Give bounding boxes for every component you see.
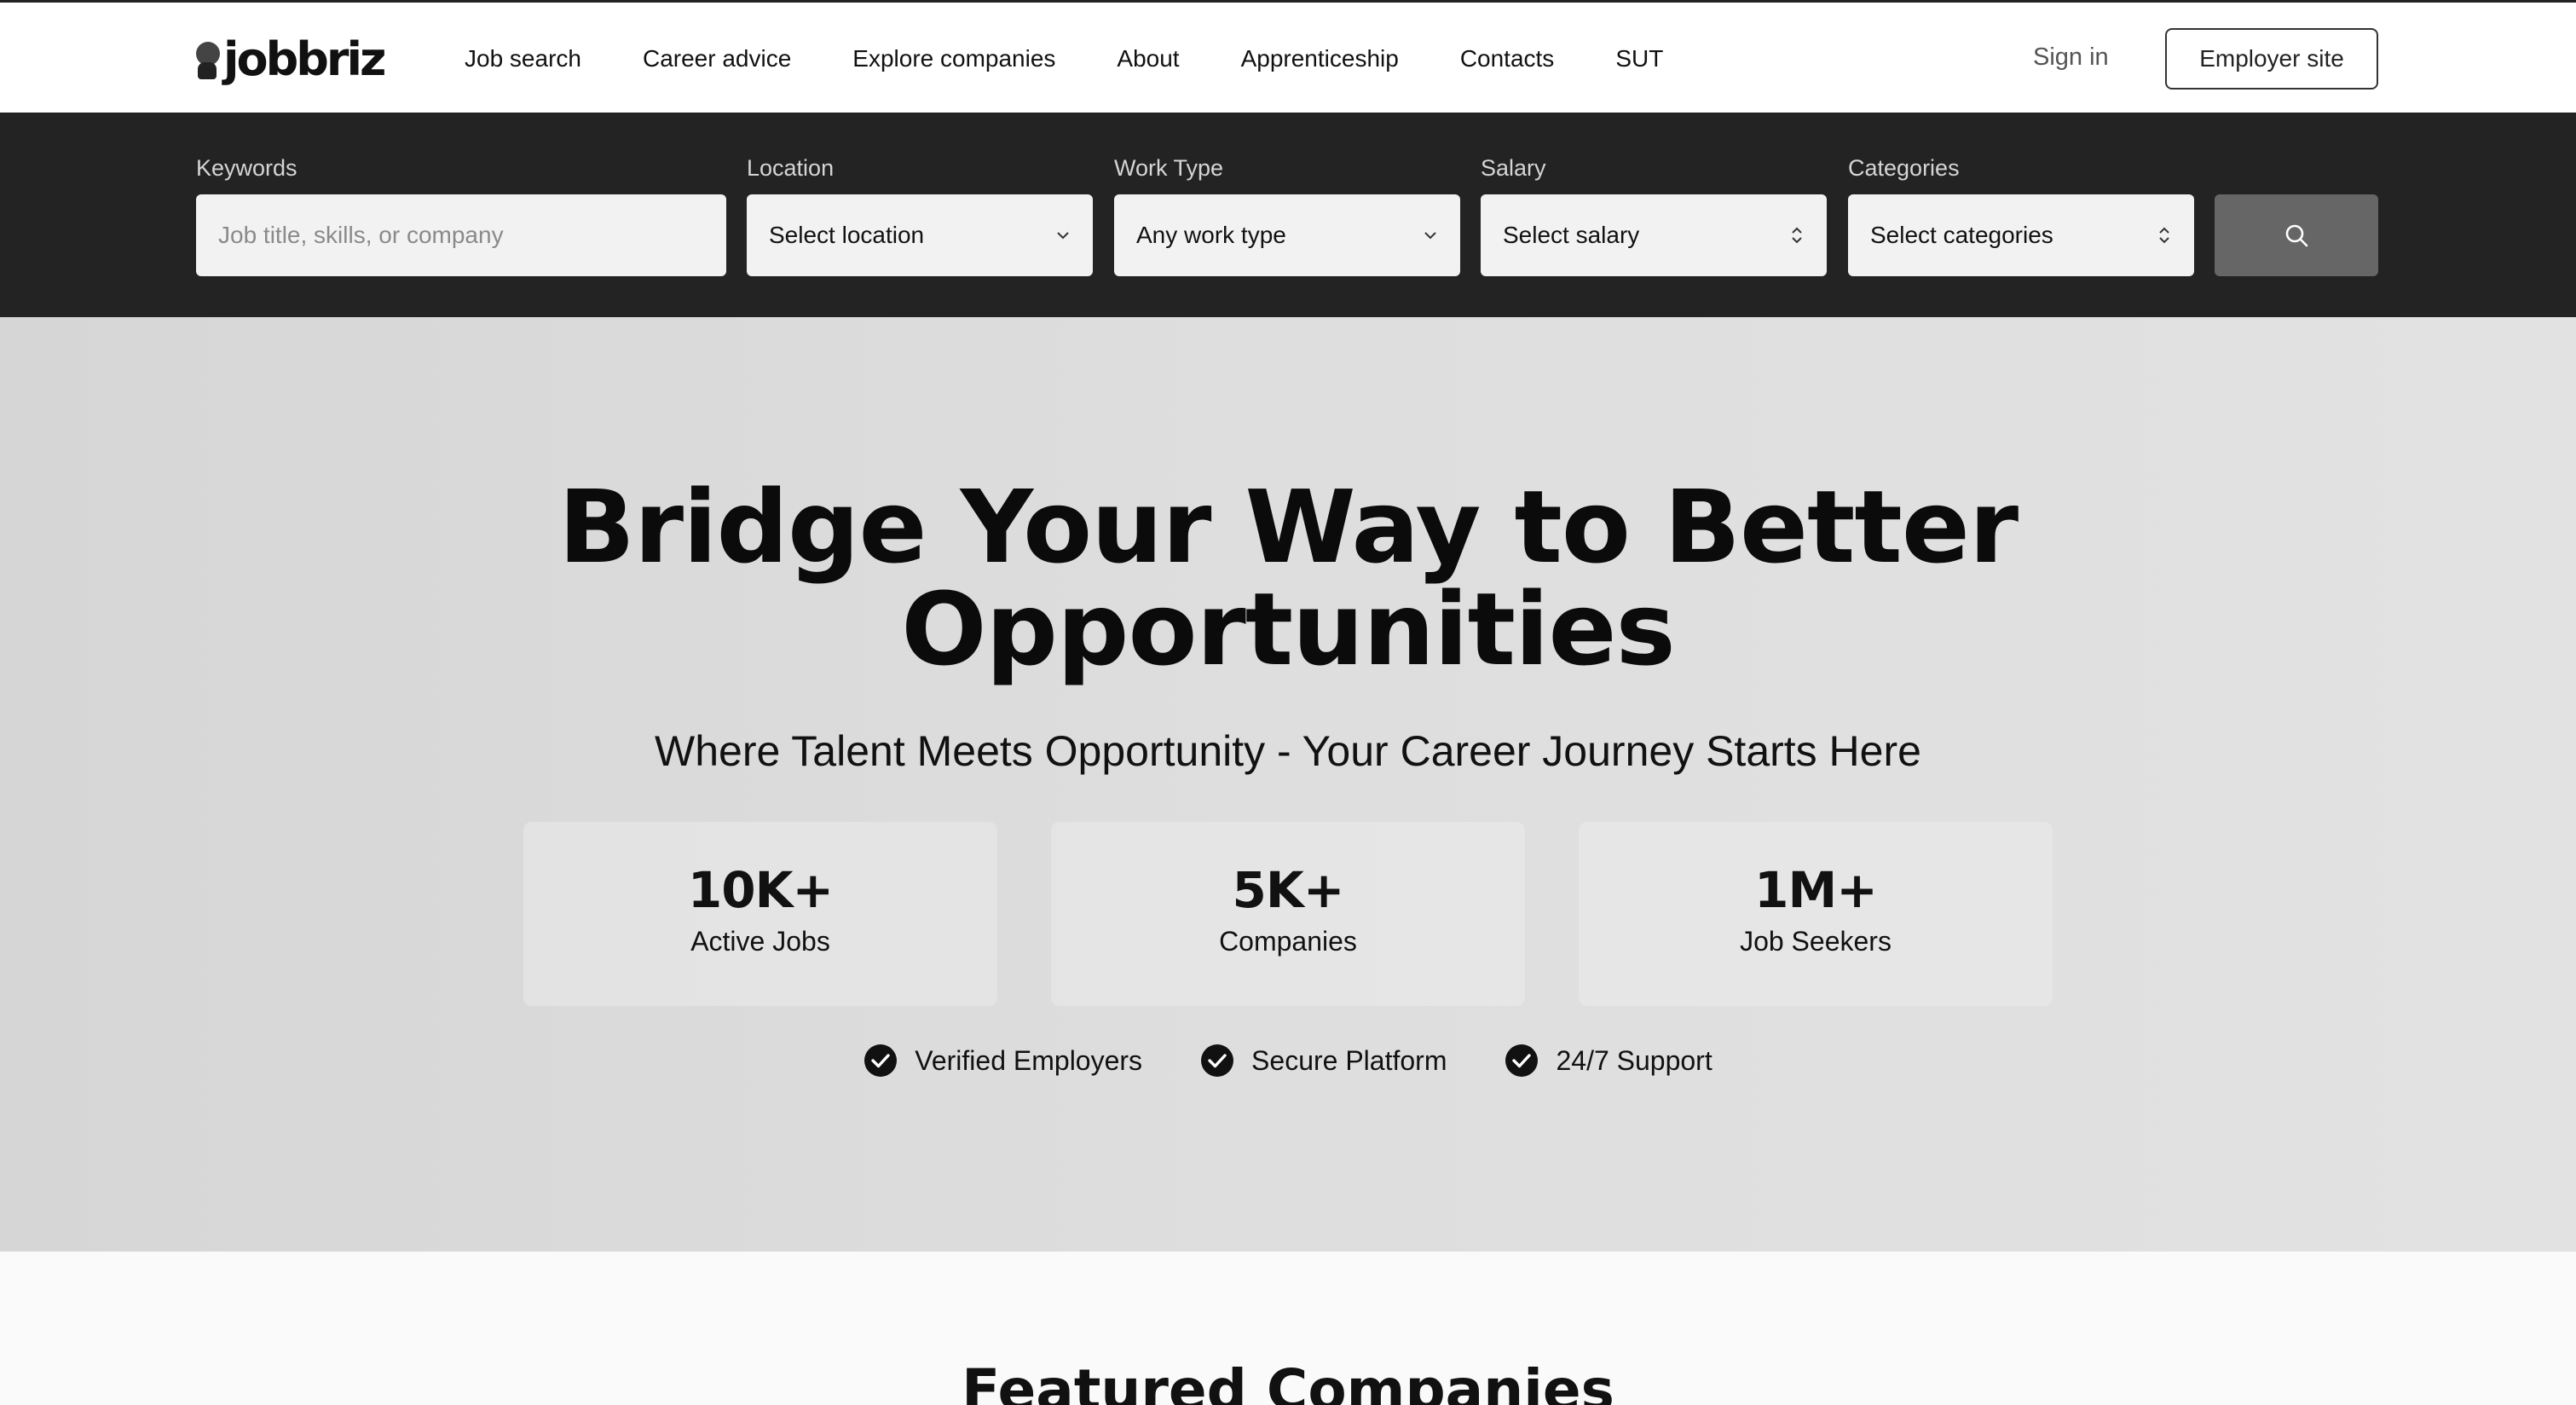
- keywords-field: Keywords Job title, skills, or company: [196, 155, 726, 276]
- stat-value: 10K+: [687, 861, 834, 919]
- search-button[interactable]: [2215, 194, 2378, 276]
- keywords-placeholder: Job title, skills, or company: [218, 222, 504, 248]
- badge-support: 24/7 Support: [1505, 1044, 1713, 1078]
- stat-label: Active Jobs: [690, 926, 830, 957]
- nav-item-job-search[interactable]: Job search: [465, 45, 581, 72]
- nav-item-apprenticeship[interactable]: Apprenticeship: [1241, 45, 1399, 72]
- salary-select[interactable]: Select salary: [1481, 194, 1827, 276]
- work-type-field: Work Type Any work type: [1114, 155, 1460, 276]
- hero-title-line1: Bridge Your Way to Better: [557, 468, 2019, 586]
- categories-select[interactable]: Select categories: [1848, 194, 2194, 276]
- search-icon: [2285, 224, 2308, 247]
- keywords-input[interactable]: Job title, skills, or company: [196, 194, 726, 276]
- nav-item-about[interactable]: About: [1117, 45, 1179, 72]
- badge-verified-employers: Verified Employers: [863, 1044, 1142, 1078]
- featured-companies-title: Featured Companies: [962, 1357, 1614, 1405]
- salary-field: Salary Select salary: [1481, 155, 1827, 276]
- badge-label: Secure Platform: [1251, 1044, 1447, 1076]
- badge-label: 24/7 Support: [1556, 1044, 1713, 1076]
- work-type-label: Work Type: [1114, 155, 1224, 181]
- stat-card-active-jobs: 10K+ Active Jobs: [523, 822, 997, 1006]
- location-field: Location Select location: [747, 155, 1093, 276]
- stat-value: 1M+: [1754, 861, 1878, 919]
- check-circle-icon: [1505, 1044, 1539, 1077]
- categories-label: Categories: [1848, 155, 1960, 181]
- nav-item-explore-companies[interactable]: Explore companies: [852, 45, 1055, 72]
- chevron-down-icon: [1424, 232, 1436, 240]
- nav-item-career-advice[interactable]: Career advice: [643, 45, 791, 72]
- employer-site-button[interactable]: Employer site: [2165, 28, 2378, 90]
- salary-label: Salary: [1481, 155, 1546, 181]
- job-search-bar: Keywords Job title, skills, or company L…: [0, 113, 2576, 317]
- categories-value: Select categories: [1870, 222, 2053, 248]
- hero-title: Bridge Your Way to Better Opportunities: [0, 476, 2576, 680]
- featured-companies-section: Featured Companies: [0, 1252, 2576, 1405]
- work-type-select[interactable]: Any work type: [1114, 194, 1460, 276]
- chevron-updown-icon: [1792, 227, 1802, 244]
- badge-label: Verified Employers: [915, 1044, 1143, 1076]
- work-type-value: Any work type: [1136, 222, 1286, 248]
- salary-value: Select salary: [1503, 222, 1640, 248]
- brand-name: jobbriz: [223, 32, 386, 86]
- nav-item-contacts[interactable]: Contacts: [1460, 45, 1555, 72]
- person-icon: [194, 38, 220, 79]
- trust-badges: Verified Employers Secure Platform 24/7 …: [0, 1044, 2576, 1078]
- stat-label: Job Seekers: [1740, 926, 1892, 957]
- location-select[interactable]: Select location: [747, 194, 1093, 276]
- categories-field: Categories Select categories: [1848, 155, 2194, 276]
- top-navigation-bar: jobbriz Job search Career advice Explore…: [0, 0, 2576, 113]
- stat-label: Companies: [1219, 926, 1357, 957]
- stat-card-companies: 5K+ Companies: [1051, 822, 1525, 1006]
- nav-item-sut[interactable]: SUT: [1615, 45, 1663, 72]
- chevron-updown-icon: [2159, 227, 2169, 244]
- chevron-down-icon: [1057, 232, 1069, 240]
- badge-secure-platform: Secure Platform: [1200, 1044, 1447, 1078]
- keywords-label: Keywords: [196, 155, 297, 181]
- brand-logo[interactable]: jobbriz: [194, 32, 386, 86]
- location-value: Select location: [769, 222, 925, 248]
- check-circle-icon: [864, 1044, 898, 1077]
- stat-card-job-seekers: 1M+ Job Seekers: [1579, 822, 2053, 1006]
- main-nav: Job search Career advice Explore compani…: [465, 3, 1724, 115]
- sign-in-link[interactable]: Sign in: [2033, 43, 2109, 72]
- hero-subtitle: Where Talent Meets Opportunity - Your Ca…: [655, 727, 1921, 775]
- hero-title-line2: Opportunities: [901, 570, 1675, 688]
- location-label: Location: [747, 155, 835, 181]
- stat-value: 5K+: [1232, 861, 1345, 919]
- check-circle-icon: [1201, 1044, 1234, 1077]
- hero-section: Bridge Your Way to Better Opportunities …: [0, 317, 2576, 1252]
